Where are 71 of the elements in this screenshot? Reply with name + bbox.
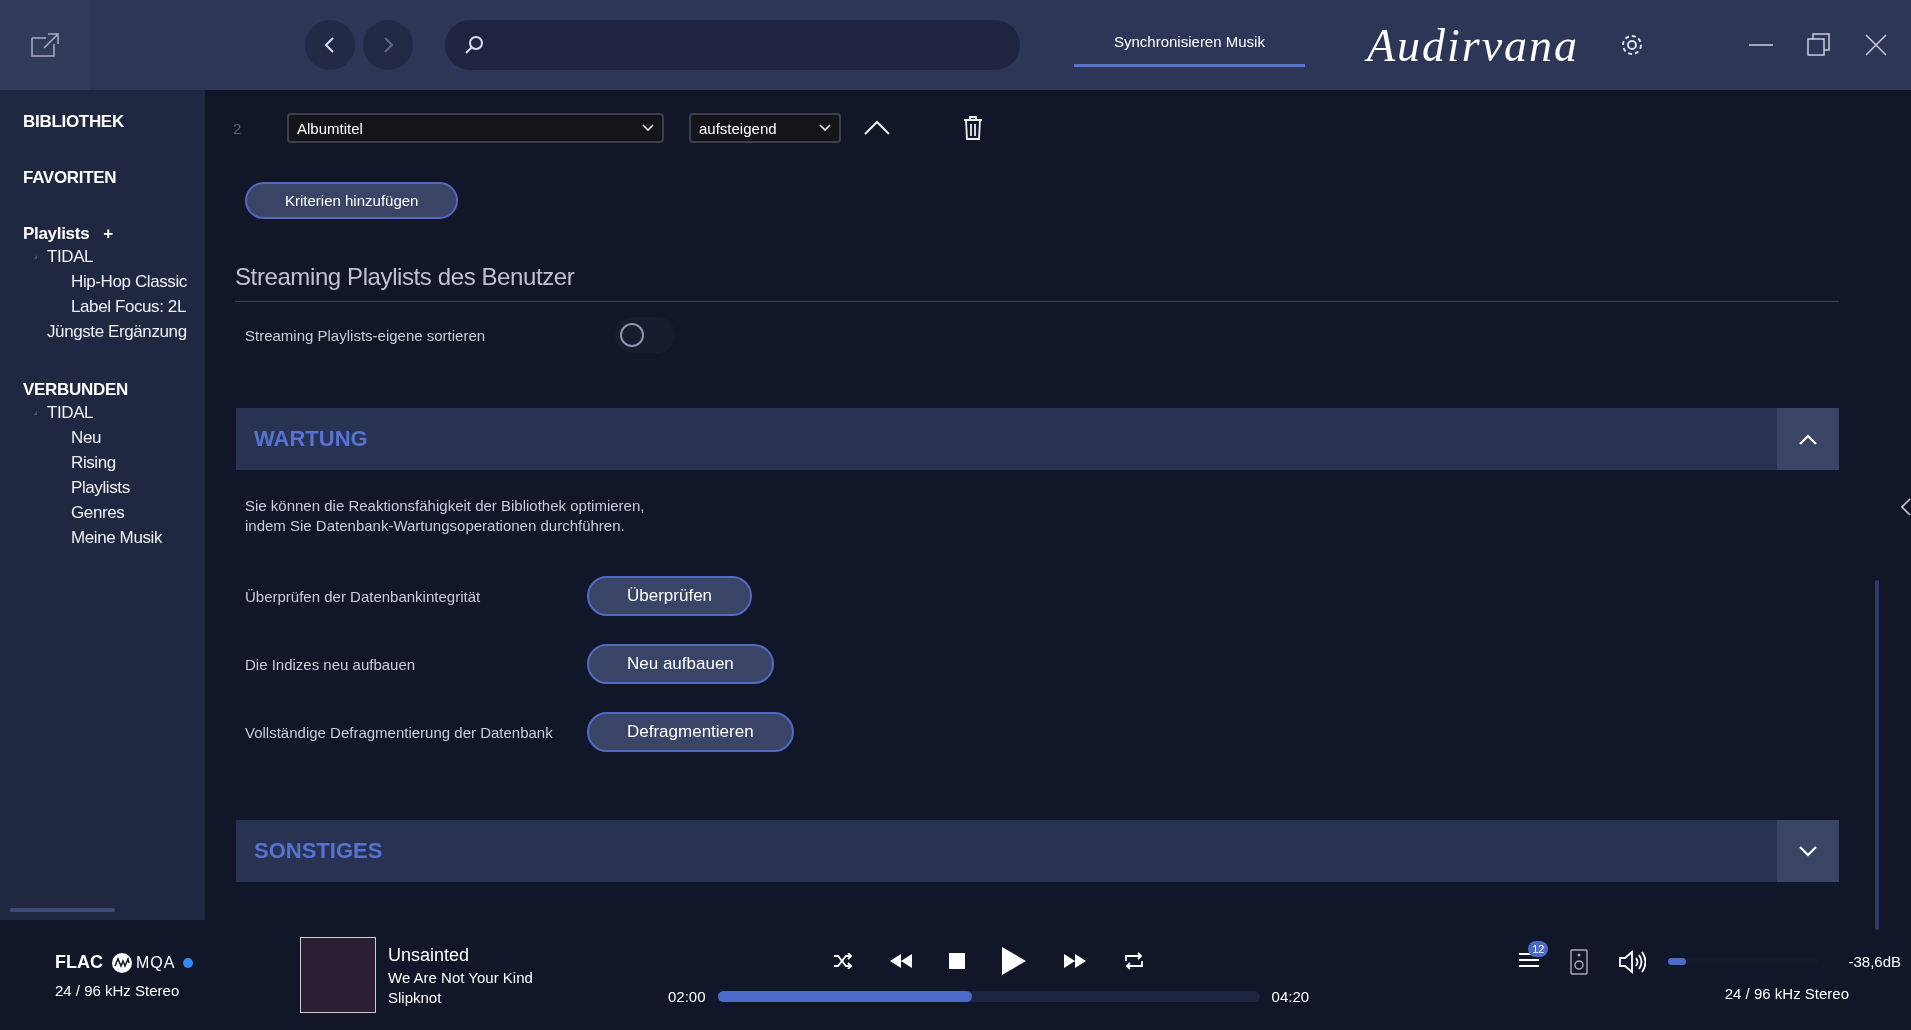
- sort-field-dropdown[interactable]: Albumtitel: [287, 113, 664, 143]
- speaker-icon[interactable]: [1570, 948, 1589, 975]
- chevron-right-icon: [381, 36, 395, 54]
- scrollbar-thumb[interactable]: [10, 908, 115, 912]
- format-label: FLAC: [55, 952, 103, 973]
- mqa-badge: MQA: [111, 951, 176, 974]
- status-dot-icon: [183, 957, 194, 968]
- description-text: Sie können die Reaktionsfähigkeit der Bibliothek optimieren, indem Sie Datenbank-Wartungsoperationen durchführen.: [245, 496, 646, 536]
- play-icon[interactable]: [1000, 945, 1027, 976]
- stop-icon[interactable]: [948, 952, 965, 969]
- shuffle-icon[interactable]: [832, 952, 853, 969]
- panel-title: WARTUNG: [254, 426, 368, 452]
- chevron-left-icon: [323, 36, 337, 54]
- volume-reading: -38,6dB: [1848, 953, 1901, 970]
- action-label: Überprüfen der Datenbankintegrität: [245, 587, 482, 605]
- output-format: 24 / 96 kHz Stereo: [1724, 984, 1849, 1002]
- toggle-switch[interactable]: [615, 317, 675, 353]
- sidebar-item[interactable]: Playlists: [71, 477, 130, 498]
- external-window-icon[interactable]: [30, 32, 60, 58]
- total-time: 04:20: [1271, 987, 1310, 1005]
- action-button[interactable]: Neu aufbauen: [587, 644, 774, 684]
- sidebar-item[interactable]: Neu: [71, 427, 101, 448]
- minimize-icon[interactable]: [1749, 43, 1773, 47]
- queue-count-badge: 12: [1528, 940, 1549, 957]
- track-title: Unsainted: [388, 944, 471, 966]
- sidebar-item[interactable]: Rising: [71, 452, 116, 473]
- chevron-down-icon: [819, 124, 831, 132]
- sidebar-item[interactable]: Hip-Hop Classic: [71, 271, 187, 292]
- sidebar-item[interactable]: TIDAL: [47, 246, 94, 267]
- progress-track[interactable]: [717, 990, 1260, 1002]
- search-icon: [463, 34, 485, 56]
- sidebar-item[interactable]: Genres: [71, 502, 125, 523]
- section-heading: Streaming Playlists des Benutzer: [235, 263, 1839, 302]
- elapsed-time: 02:00: [668, 987, 706, 1005]
- app-logo: Audirvana: [1366, 18, 1580, 72]
- chevron-up-icon: [1799, 433, 1817, 445]
- sidebar-section-title[interactable]: FAVORITEN: [23, 168, 117, 188]
- trash-icon[interactable]: [963, 116, 983, 140]
- sidebar-item[interactable]: Label Focus: 2L: [71, 296, 186, 317]
- action-button[interactable]: Defragmentieren: [587, 712, 794, 752]
- chevron-down-icon: [642, 124, 654, 132]
- action-label: Die Indizes neu aufbauen: [245, 655, 417, 673]
- search-field[interactable]: [445, 20, 1020, 70]
- add-playlist-button[interactable]: +: [103, 224, 114, 244]
- volume-slider[interactable]: [1668, 958, 1819, 965]
- action-button[interactable]: Überprüfen: [587, 576, 753, 616]
- chevron-down-icon: [1799, 845, 1817, 857]
- sidebar-item[interactable]: TIDAL: [47, 402, 94, 423]
- add-criteria-button[interactable]: Kriterien hinzufügen: [245, 182, 459, 219]
- close-icon[interactable]: [1865, 34, 1887, 56]
- source-format: 24 / 96 kHz Stereo: [55, 981, 181, 999]
- panel-title: SONSTIGES: [254, 838, 383, 864]
- album-name: We Are Not Your Kind: [388, 968, 534, 986]
- sidebar-section-title[interactable]: VERBUNDEN: [23, 380, 128, 400]
- fast-forward-icon[interactable]: [1062, 952, 1087, 969]
- sidebar-item[interactable]: Meine Musik: [71, 527, 163, 548]
- criteria-index: 2: [232, 119, 243, 137]
- volume-icon[interactable]: [1618, 949, 1647, 974]
- move-up-icon[interactable]: [863, 120, 891, 136]
- restore-icon[interactable]: [1807, 33, 1831, 57]
- option-label: Streaming Playlists-eigene sortieren: [245, 326, 487, 344]
- rewind-icon[interactable]: [888, 952, 913, 969]
- sidebar-section-title[interactable]: BIBLIOTHEK: [23, 112, 124, 132]
- sort-order-dropdown[interactable]: aufsteigend: [689, 113, 841, 143]
- repeat-icon[interactable]: [1122, 951, 1145, 970]
- sidebar-section-title[interactable]: Playlists: [23, 224, 90, 244]
- sync-tab[interactable]: Synchronisieren Musik: [1074, 23, 1305, 67]
- scrollbar-thumb[interactable]: [1875, 580, 1879, 930]
- artist-name: Slipknot: [388, 988, 443, 1006]
- sidebar-item[interactable]: Jüngste Ergänzung: [47, 321, 187, 342]
- action-label: Vollständige Defragmentierung der Datenbank: [245, 723, 554, 741]
